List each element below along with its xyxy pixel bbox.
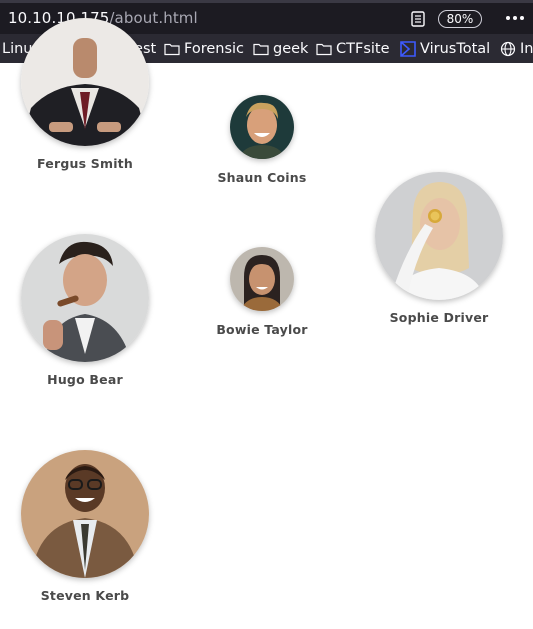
bookmark-label: geek	[273, 41, 309, 57]
team-member-sophie-driver: Sophie Driver	[375, 172, 503, 332]
bookmark-folder-ctfsite[interactable]: CTFsite	[316, 39, 390, 59]
team-member-hugo-bear: Hugo Bear	[21, 234, 149, 394]
avatar	[21, 450, 149, 578]
avatar	[230, 95, 294, 159]
team-member-bowie-taylor: Bowie Taylor	[216, 247, 307, 342]
folder-icon	[253, 43, 269, 56]
bookmark-virustotal[interactable]: VirusTotal	[400, 39, 490, 59]
avatar	[230, 247, 294, 311]
member-name: Shaun Coins	[217, 170, 307, 185]
bookmark-label: In	[520, 41, 533, 57]
folder-icon	[164, 43, 180, 56]
member-name: Sophie Driver	[389, 310, 489, 325]
folder-icon	[316, 43, 332, 56]
bookmark-label: Forensic	[184, 41, 245, 57]
member-name: Steven Kerb	[40, 588, 130, 603]
avatar	[21, 234, 149, 362]
zoom-level-button[interactable]: 80%	[438, 10, 482, 28]
member-name: Bowie Taylor	[216, 322, 308, 337]
bookmark-label: CTFsite	[336, 41, 390, 57]
team-member-steven-kerb: Steven Kerb	[21, 450, 149, 610]
avatar	[375, 172, 503, 300]
reader-view-icon[interactable]	[411, 11, 425, 27]
bookmark-folder-geek[interactable]: geek	[253, 39, 308, 59]
more-menu-icon[interactable]	[506, 13, 526, 23]
bookmark-label: VirusTotal	[420, 41, 491, 57]
virustotal-icon	[400, 41, 416, 57]
team-member-fergus-smith: Fergus Smith	[21, 18, 149, 178]
member-name: Hugo Bear	[47, 372, 123, 387]
team-member-shaun-coins: Shaun Coins	[217, 95, 306, 190]
avatar	[21, 18, 149, 146]
member-name: Fergus Smith	[37, 156, 133, 171]
bookmark-folder-forensic[interactable]: Forensic	[164, 39, 244, 59]
globe-icon	[500, 41, 516, 57]
bookmark-overflow-item[interactable]: In	[500, 39, 533, 59]
